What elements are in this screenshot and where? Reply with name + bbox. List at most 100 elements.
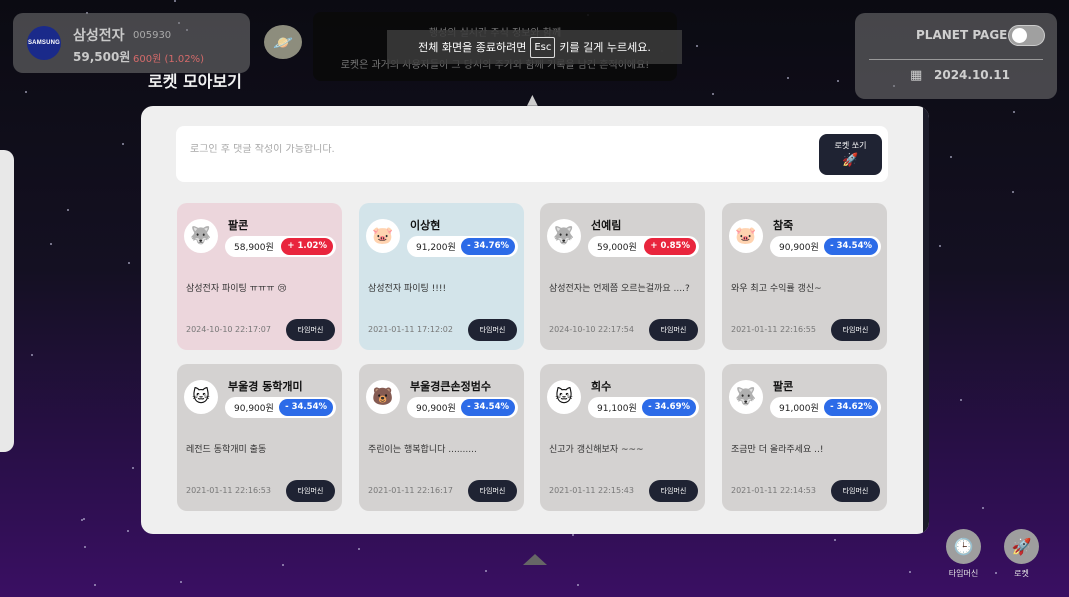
change-badge: - 34.62% <box>824 399 878 416</box>
card-comment: 주린이는 행복합니다 .......... <box>368 445 477 455</box>
launch-rocket-button[interactable]: 로켓 쏘기 🚀 <box>819 134 882 175</box>
rocket-icon: 🚀 <box>1004 529 1039 564</box>
comment-input[interactable] <box>190 144 790 155</box>
card-username: 이상현 <box>410 219 441 232</box>
timemachine-button[interactable]: 타임머신 <box>649 480 698 502</box>
star <box>572 534 574 536</box>
divider <box>869 59 1043 60</box>
timemachine-button[interactable]: 타임머신 <box>649 319 698 341</box>
timemachine-nav-button[interactable]: 🕒 타임머신 <box>946 529 981 579</box>
scroll-up-arrow-icon[interactable] <box>523 554 547 565</box>
planet-page-label: PLANET PAGE <box>916 28 1008 42</box>
card-timestamp: 2021-01-11 22:14:53 <box>731 486 816 495</box>
star <box>577 584 579 586</box>
timemachine-button[interactable]: 타임머신 <box>831 319 880 341</box>
card-timestamp: 2021-01-11 22:15:43 <box>549 486 634 495</box>
card-comment: 삼성전자 파이팅 ㅠㅠㅠ 😢 <box>186 284 287 294</box>
star <box>1013 111 1015 113</box>
rocket-card[interactable]: 🐱 부울경 동학개미 90,900원 - 34.54% 레전드 동학개미 출동 2021-… <box>177 364 342 511</box>
star <box>712 93 714 95</box>
card-price: 91,100원 <box>597 404 637 414</box>
avatar: 🐱 <box>547 380 581 414</box>
card-comment: 삼성전자 파이팅 !!!! <box>368 284 447 294</box>
star <box>174 0 176 2</box>
avatar: 🐺 <box>729 380 763 414</box>
change-badge: - 34.54% <box>461 399 515 416</box>
card-username: 부울경 동학개미 <box>228 380 303 393</box>
card-price: 90,900원 <box>416 404 456 414</box>
change-badge: + 0.85% <box>644 238 696 255</box>
timemachine-button[interactable]: 타임머신 <box>468 319 517 341</box>
card-username: 팔콘 <box>228 219 249 232</box>
price-pill: 90,900원 - 34.54% <box>407 397 518 418</box>
star <box>25 91 27 93</box>
star <box>837 80 839 82</box>
rocket-board: 로켓 쏘기 🚀 🐺 팔콘 58,900원 + 1.02% 삼성전자 파이팅 ㅠㅠㅠ 😢 2… <box>141 106 929 534</box>
star <box>909 571 911 573</box>
card-price: 91,200원 <box>416 243 456 253</box>
calendar-icon[interactable]: ▦ <box>910 68 922 83</box>
rocket-card[interactable]: 🐱 희수 91,100원 - 34.69% 신고가 갱신해보자 ~~~ 2021-01-1… <box>540 364 705 511</box>
change-badge: - 34.69% <box>642 399 696 416</box>
star <box>128 262 130 264</box>
star <box>180 581 182 583</box>
rocket-card[interactable]: 🐷 참죽 90,900원 - 34.54% 와우 최고 수익률 갱신~ 2021-01-1… <box>722 203 887 350</box>
rocket-card[interactable]: 🐺 팔콘 58,900원 + 1.02% 삼성전자 파이팅 ㅠㅠㅠ 😢 2024-10-1… <box>177 203 342 350</box>
star <box>132 467 134 469</box>
card-timestamp: 2024-10-10 22:17:07 <box>186 325 271 334</box>
price-pill: 91,100원 - 34.69% <box>588 397 699 418</box>
avatar: 🐷 <box>366 219 400 253</box>
card-comment: 신고가 갱신해보자 ~~~ <box>549 445 644 455</box>
stock-code: 005930 <box>133 30 172 41</box>
stock-change: 600원 (1.02%) <box>133 54 205 65</box>
card-price: 90,900원 <box>779 243 819 253</box>
star <box>127 530 129 532</box>
star <box>982 507 984 509</box>
esc-key: Esc <box>530 36 556 58</box>
price-pill: 90,900원 - 34.54% <box>225 397 336 418</box>
star <box>81 519 83 521</box>
card-username: 팔콘 <box>773 380 794 393</box>
rocket-icon: 🚀 <box>842 153 859 168</box>
star <box>834 539 836 541</box>
card-price: 59,000원 <box>597 243 637 253</box>
esc-hint-before: 전체 화면을 종료하려면 <box>418 41 527 54</box>
card-timestamp: 2021-01-11 22:16:55 <box>731 325 816 334</box>
star <box>950 156 952 158</box>
rocket-card[interactable]: 🐺 팔콘 91,000원 - 34.62% 조금만 더 올라주세요 ..! 2021-01… <box>722 364 887 511</box>
change-badge: - 34.54% <box>824 238 878 255</box>
stock-price: 59,500원 <box>73 50 131 64</box>
star <box>696 45 698 47</box>
timemachine-button[interactable]: 타임머신 <box>831 480 880 502</box>
rocket-card[interactable]: 🐺 선예림 59,000원 + 0.85% 삼성전자는 언제쯤 오르는걸까요 ....?… <box>540 203 705 350</box>
rocket-card[interactable]: 🐷 이상현 91,200원 - 34.76% 삼성전자 파이팅 !!!! 2021-01-… <box>359 203 524 350</box>
timemachine-button[interactable]: 타임머신 <box>286 319 335 341</box>
side-drawer[interactable] <box>0 150 14 452</box>
price-pill: 91,000원 - 34.62% <box>770 397 881 418</box>
rocket-nav-button[interactable]: 🚀 로켓 <box>1004 529 1039 579</box>
card-price: 90,900원 <box>234 404 274 414</box>
esc-hint-after: 키를 길게 누르세요. <box>559 41 651 54</box>
launch-rocket-label: 로켓 쏘기 <box>834 141 867 150</box>
fullscreen-exit-hint: 전체 화면을 종료하려면 Esc 키를 길게 누르세요. <box>387 30 682 64</box>
card-username: 참죽 <box>773 219 794 232</box>
card-comment: 레전드 동학개미 출동 <box>186 445 267 455</box>
page-title: 로켓 모아보기 <box>148 72 242 91</box>
change-badge: - 34.54% <box>279 399 333 416</box>
planet-page-toggle[interactable] <box>1008 25 1045 46</box>
selected-date[interactable]: 2024.10.11 <box>934 68 1010 82</box>
avatar: 🐺 <box>184 219 218 253</box>
scrollbar[interactable] <box>923 106 929 534</box>
clock-icon: 🕒 <box>946 529 981 564</box>
star <box>31 354 33 356</box>
mascot-icon[interactable]: 🪐 <box>264 25 302 59</box>
rocket-card[interactable]: 🐻 부울경큰손정범수 90,900원 - 34.54% 주린이는 행복합니다 .....… <box>359 364 524 511</box>
timemachine-button[interactable]: 타임머신 <box>468 480 517 502</box>
star <box>282 564 284 566</box>
card-username: 선예림 <box>591 219 622 232</box>
card-timestamp: 2021-01-11 17:12:02 <box>368 325 453 334</box>
timemachine-button[interactable]: 타임머신 <box>286 480 335 502</box>
change-badge: - 34.76% <box>461 238 515 255</box>
avatar: 🐻 <box>366 380 400 414</box>
card-timestamp: 2021-01-11 22:16:17 <box>368 486 453 495</box>
